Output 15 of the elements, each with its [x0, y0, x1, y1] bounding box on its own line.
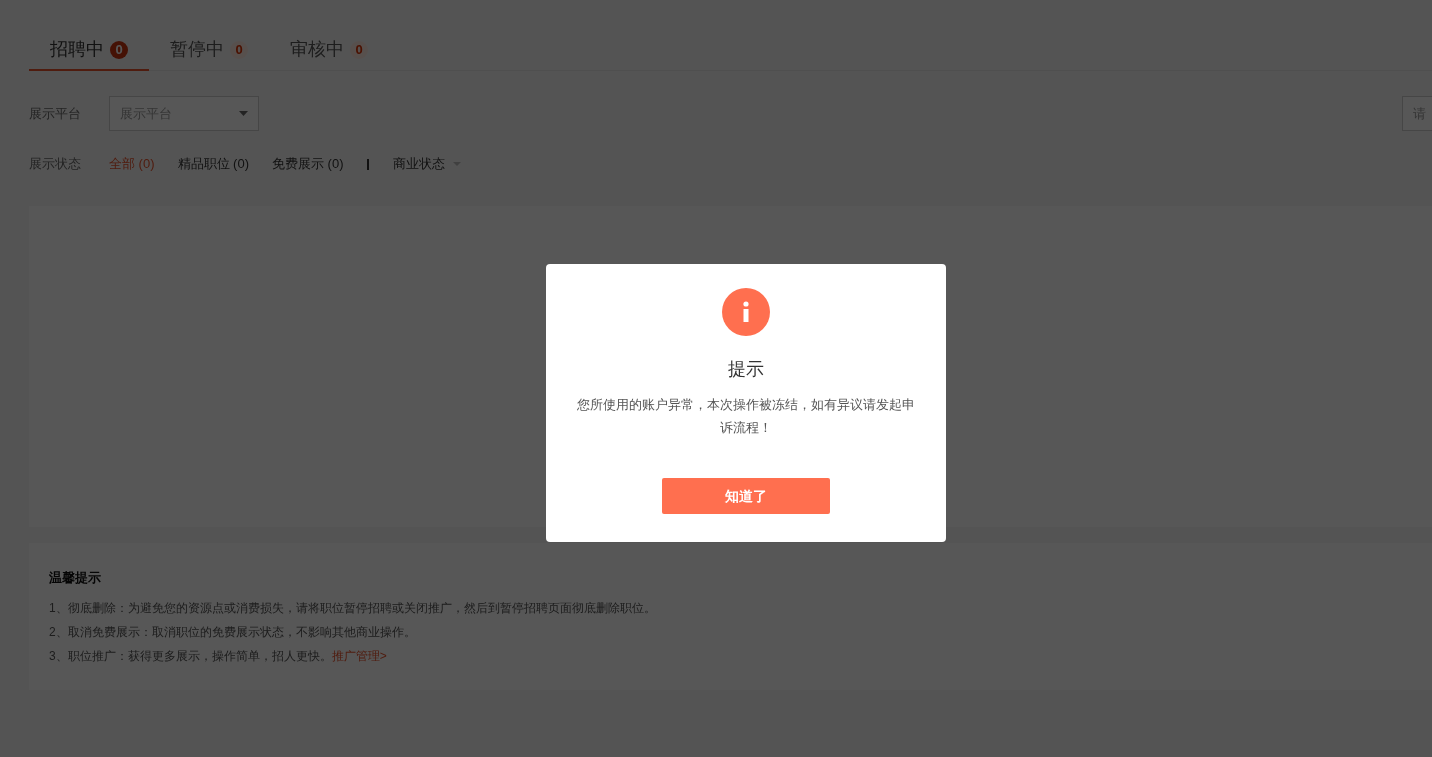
dialog-message: 您所使用的账户异常，本次操作被冻结，如有异议请发起申诉流程！ — [576, 396, 916, 437]
count-badge: 0 — [230, 40, 248, 59]
tab[interactable]: 招聘中 0 — [29, 30, 149, 71]
tips-title: 温馨提示 — [49, 569, 102, 587]
caret-icon — [239, 111, 248, 116]
status-filter-option[interactable]: 全部 (0) — [109, 154, 155, 174]
status-filter-option[interactable]: 免费展示 (0) — [272, 154, 344, 174]
count-badge: 0 — [350, 40, 368, 59]
acknowledge-button[interactable]: 知道了 — [662, 478, 830, 514]
info-icon — [722, 288, 770, 336]
dialog-title: 提示 — [728, 358, 764, 381]
count-badge: 0 — [110, 40, 128, 59]
promotion-link[interactable]: 推广管理> — [331, 648, 387, 663]
status-filter-option[interactable]: 精品职位 (0) — [177, 154, 249, 174]
business-status-select[interactable]: 商业状态 — [392, 154, 461, 174]
